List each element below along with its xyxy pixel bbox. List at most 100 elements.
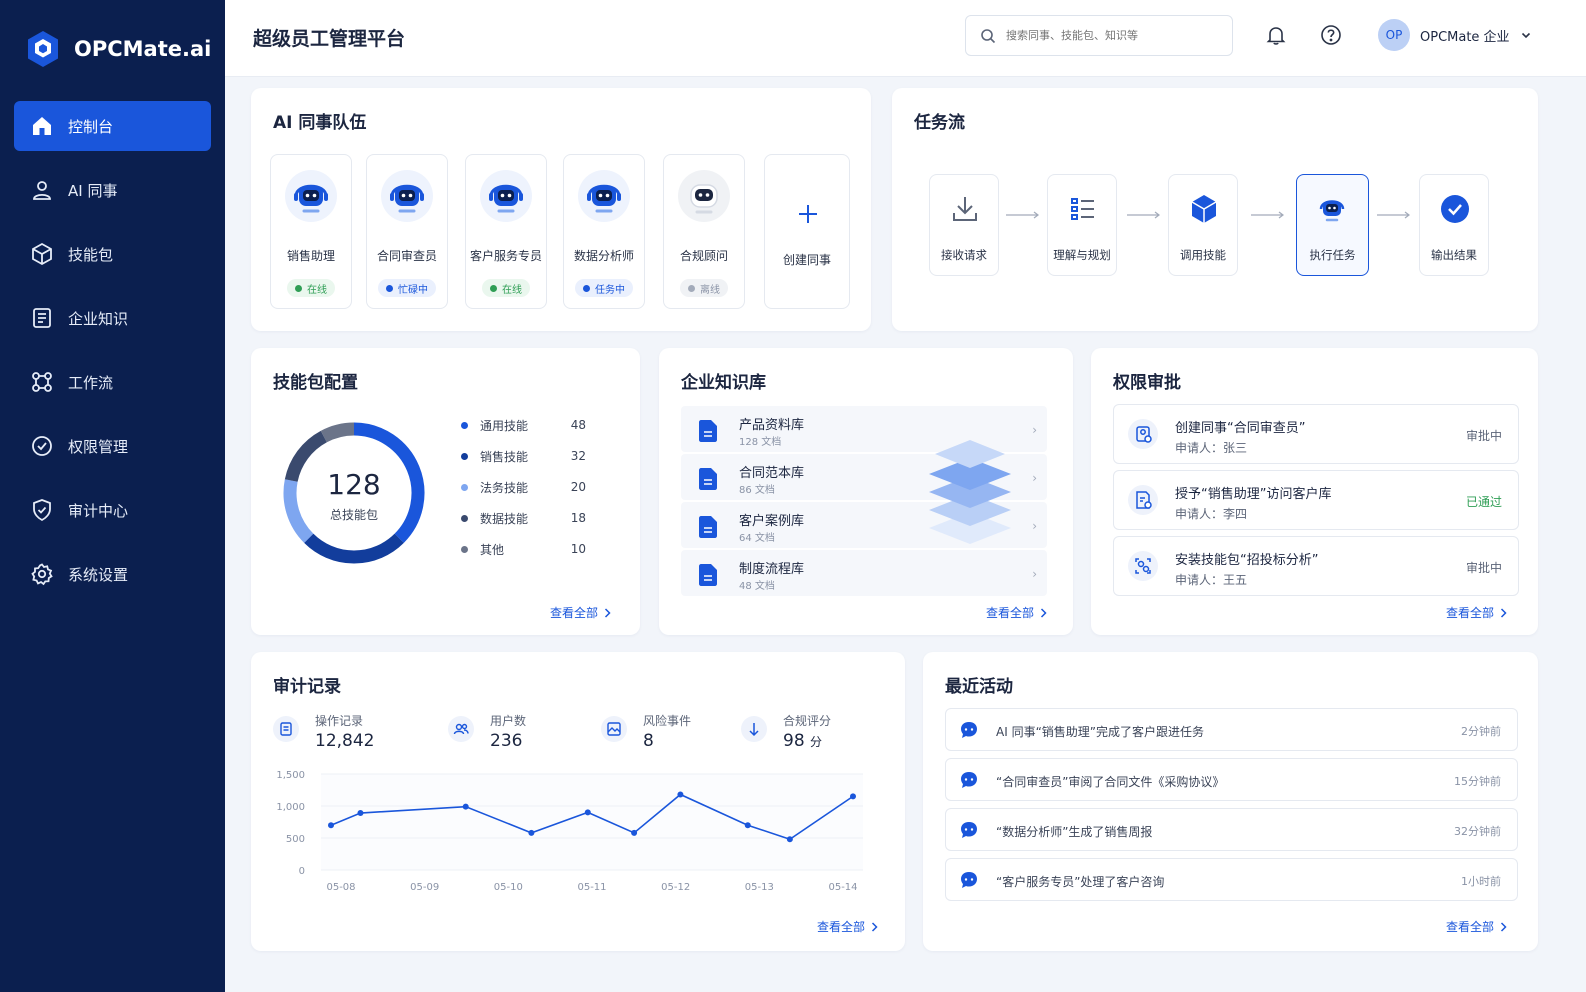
flow-step-current[interactable]: 执行任务 — [1296, 174, 1369, 276]
data-point — [328, 822, 334, 829]
chevron-right-icon — [1500, 607, 1507, 618]
knowledge-base-name: 产品资料库 — [739, 418, 805, 433]
user-menu[interactable]: OP OPCMate 企业 — [1378, 19, 1532, 51]
activity-text: “合同审查员”审阅了合同文件《采购协议》 — [996, 775, 1225, 789]
robot-icon — [480, 170, 532, 222]
chevron-right-icon: › — [1032, 519, 1037, 533]
legend-label: 通用技能 — [480, 418, 529, 433]
view-all-link[interactable]: 查看全部 — [986, 604, 1047, 621]
app-logo[interactable]: OPCMate.ai — [26, 30, 211, 68]
sidebar-item-dashboard[interactable]: 控制台 — [14, 101, 211, 151]
view-all-link[interactable]: 查看全部 — [550, 604, 611, 621]
agent-card[interactable]: 销售助理 在线 — [270, 154, 352, 309]
sidebar-item-settings[interactable]: 系统设置 — [14, 549, 211, 599]
robot-icon — [285, 170, 337, 222]
sidebar-item-audit[interactable]: 审计中心 — [14, 485, 211, 535]
search-box[interactable] — [965, 15, 1233, 56]
legend-value: 32 — [570, 449, 586, 463]
flow-step[interactable]: 理解与规划 — [1047, 174, 1117, 276]
approval-item[interactable]: 授予“销售助理”访问客户库 申请人：李四 已通过 — [1113, 470, 1519, 530]
x-tick-label: 05-09 — [410, 882, 439, 893]
stat-label: 风险事件 — [643, 714, 692, 728]
data-point — [584, 809, 591, 816]
status-badge: 任务中 — [575, 279, 633, 297]
status-badge: 在线 — [482, 279, 530, 297]
data-point — [528, 829, 535, 836]
status-badge: 在线 — [287, 279, 335, 297]
bell-icon[interactable] — [1265, 24, 1287, 46]
flow-step[interactable]: 调用技能 — [1168, 174, 1238, 276]
sidebar-item-label: 审计中心 — [68, 501, 129, 520]
x-tick-label: 05-11 — [577, 882, 606, 893]
knowledge-base-name: 制度流程库 — [739, 562, 805, 577]
legend-value: 18 — [570, 511, 586, 525]
layers-illustration — [929, 440, 1011, 544]
audit-line-chart: 0 500 1,000 1,500 05-08 05-09 05-10 05-11 05-12 0… — [276, 770, 863, 893]
sidebar-nav: 控制台 AI 同事 技能包 企业知识 工作流 权限管理 审计中心 系统设置 — [14, 101, 211, 613]
document-icon — [33, 308, 51, 328]
activity-text: “客户服务专员”处理了客户咨询 — [996, 875, 1165, 889]
view-all-link[interactable]: 查看全部 — [1446, 604, 1507, 621]
chevron-right-icon: › — [1032, 567, 1037, 581]
home-icon — [33, 117, 51, 135]
status-dot — [688, 284, 695, 292]
status-badge: 忙碌中 — [378, 279, 436, 297]
knowledge-base-count: 64 文档 — [739, 533, 775, 544]
legend-label: 数据技能 — [480, 511, 529, 526]
robot-icon — [1319, 200, 1345, 222]
view-all-link[interactable]: 查看全部 — [1446, 918, 1507, 935]
legend-item: 通用技能 48 — [461, 417, 586, 433]
sidebar-item-knowledge[interactable]: 企业知识 — [14, 293, 211, 343]
activity-item[interactable]: “数据分析师”生成了销售周报 32分钟前 — [945, 808, 1518, 851]
agent-card[interactable]: 合同审查员 忙碌中 — [366, 154, 448, 309]
sidebar: OPCMate.ai 控制台 AI 同事 技能包 企业知识 工作流 权限管理 审… — [0, 0, 225, 992]
sidebar-item-skills[interactable]: 技能包 — [14, 229, 211, 279]
page-title: 超级员工管理平台 — [253, 28, 406, 50]
flow-step-label: 输出结果 — [1431, 248, 1477, 262]
sidebar-item-label: 权限管理 — [68, 437, 129, 456]
agent-card[interactable]: 数据分析师 任务中 — [563, 154, 645, 309]
status-dot — [583, 284, 590, 292]
robot-icon — [578, 170, 630, 222]
file-icon — [699, 516, 717, 538]
approval-applicant: 申请人：王五 — [1175, 573, 1248, 587]
flow-step[interactable]: 输出结果 — [1419, 174, 1489, 276]
search-input[interactable] — [1006, 29, 1216, 42]
data-point — [744, 822, 751, 829]
flow-step[interactable]: 接收请求 — [929, 174, 999, 276]
activity-text: AI 同事“销售助理”完成了客户跟进任务 — [996, 725, 1204, 739]
approval-item[interactable]: 创建同事“合同审查员” 申请人：张三 审批中 — [1113, 404, 1519, 464]
help-icon[interactable] — [1320, 24, 1342, 46]
sidebar-item-label: 企业知识 — [68, 309, 129, 328]
sidebar-item-permissions[interactable]: 权限管理 — [14, 421, 211, 471]
knowledge-base-count: 48 文档 — [739, 581, 775, 592]
sidebar-item-workflow[interactable]: 工作流 — [14, 357, 211, 407]
legend-dot — [461, 452, 468, 460]
activity-item[interactable]: AI 同事“销售助理”完成了客户跟进任务 2分钟前 — [945, 708, 1518, 751]
flow-step-label: 调用技能 — [1180, 248, 1226, 262]
agent-card[interactable]: 合规顾问 离线 — [663, 154, 745, 309]
chevron-down-icon — [1521, 32, 1530, 39]
agent-card[interactable]: 客户服务专员 在线 — [465, 154, 547, 309]
sidebar-item-ai-colleague[interactable]: AI 同事 — [14, 165, 211, 215]
activity-item[interactable]: “合同审查员”审阅了合同文件《采购协议》 15分钟前 — [945, 758, 1518, 801]
chat-bot-icon — [961, 772, 977, 788]
create-agent-button[interactable]: 创建同事 — [764, 154, 850, 309]
card-title: 审计记录 — [273, 677, 341, 697]
approval-item[interactable]: 安装技能包“招投标分析” 申请人：王五 审批中 — [1113, 536, 1519, 596]
knowledge-base-item[interactable]: 制度流程库 48 文档 › — [681, 550, 1047, 596]
legend-item: 数据技能 18 — [461, 510, 586, 526]
activity-time: 32分钟前 — [1454, 825, 1501, 838]
check-circle-icon — [32, 436, 52, 456]
activity-item[interactable]: “客户服务专员”处理了客户咨询 1小时前 — [945, 858, 1518, 901]
y-tick-label: 0 — [299, 866, 305, 877]
workflow-icon — [32, 372, 52, 392]
sidebar-item-label: 技能包 — [68, 245, 114, 264]
view-all-label: 查看全部 — [550, 606, 599, 620]
sidebar-item-label: AI 同事 — [68, 181, 118, 200]
ai-team-card: AI 同事队伍 销售助理 在线 合同审查员 忙碌中 客户服务专员 在线 数据分析… — [251, 88, 871, 331]
view-all-link[interactable]: 查看全部 — [817, 918, 878, 935]
chevron-right-icon — [1040, 607, 1047, 618]
approval-status: 已通过 — [1465, 495, 1502, 509]
view-all-label: 查看全部 — [1446, 920, 1495, 934]
